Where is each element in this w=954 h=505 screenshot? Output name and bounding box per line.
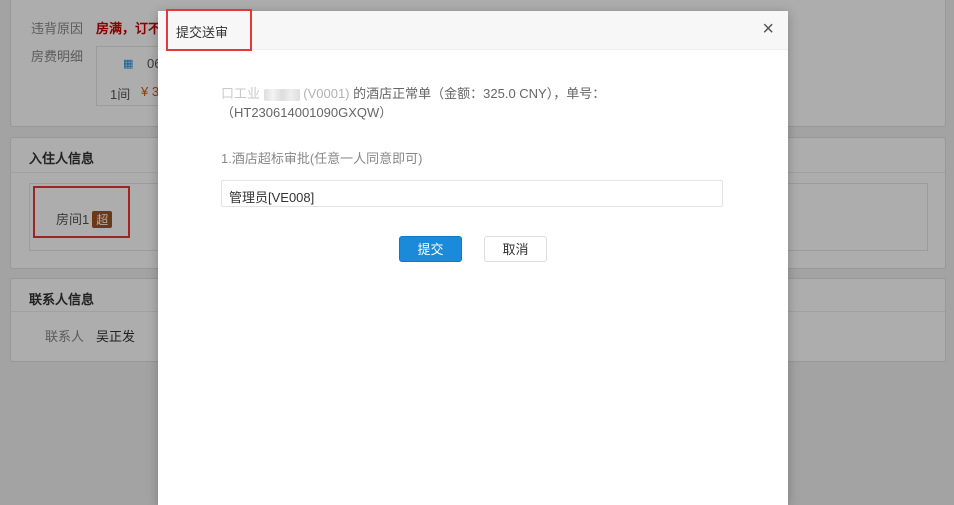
submit-button[interactable]: 提交 bbox=[399, 236, 462, 262]
submit-message: 口工业 (V0001) 的酒店正常单（金额：325.0 CNY），单号：（HT2… bbox=[221, 84, 731, 122]
message-id: (V0001) bbox=[303, 86, 350, 101]
approver-field[interactable]: 管理员[VE008] bbox=[221, 180, 723, 207]
redacted-name bbox=[263, 88, 300, 101]
approval-step-label: 1.酒店超标审批(任意一人同意即可) bbox=[221, 151, 423, 166]
message-prefix: 口工业 bbox=[221, 86, 261, 101]
submit-review-dialog: 提交送审 × 口工业 (V0001) 的酒店正常单（金额：325.0 CNY），… bbox=[158, 9, 788, 505]
close-icon[interactable]: × bbox=[762, 18, 774, 40]
dialog-header: 提交送审 × bbox=[158, 11, 788, 50]
cancel-button[interactable]: 取消 bbox=[484, 236, 547, 262]
title-highlight-box bbox=[166, 9, 252, 51]
